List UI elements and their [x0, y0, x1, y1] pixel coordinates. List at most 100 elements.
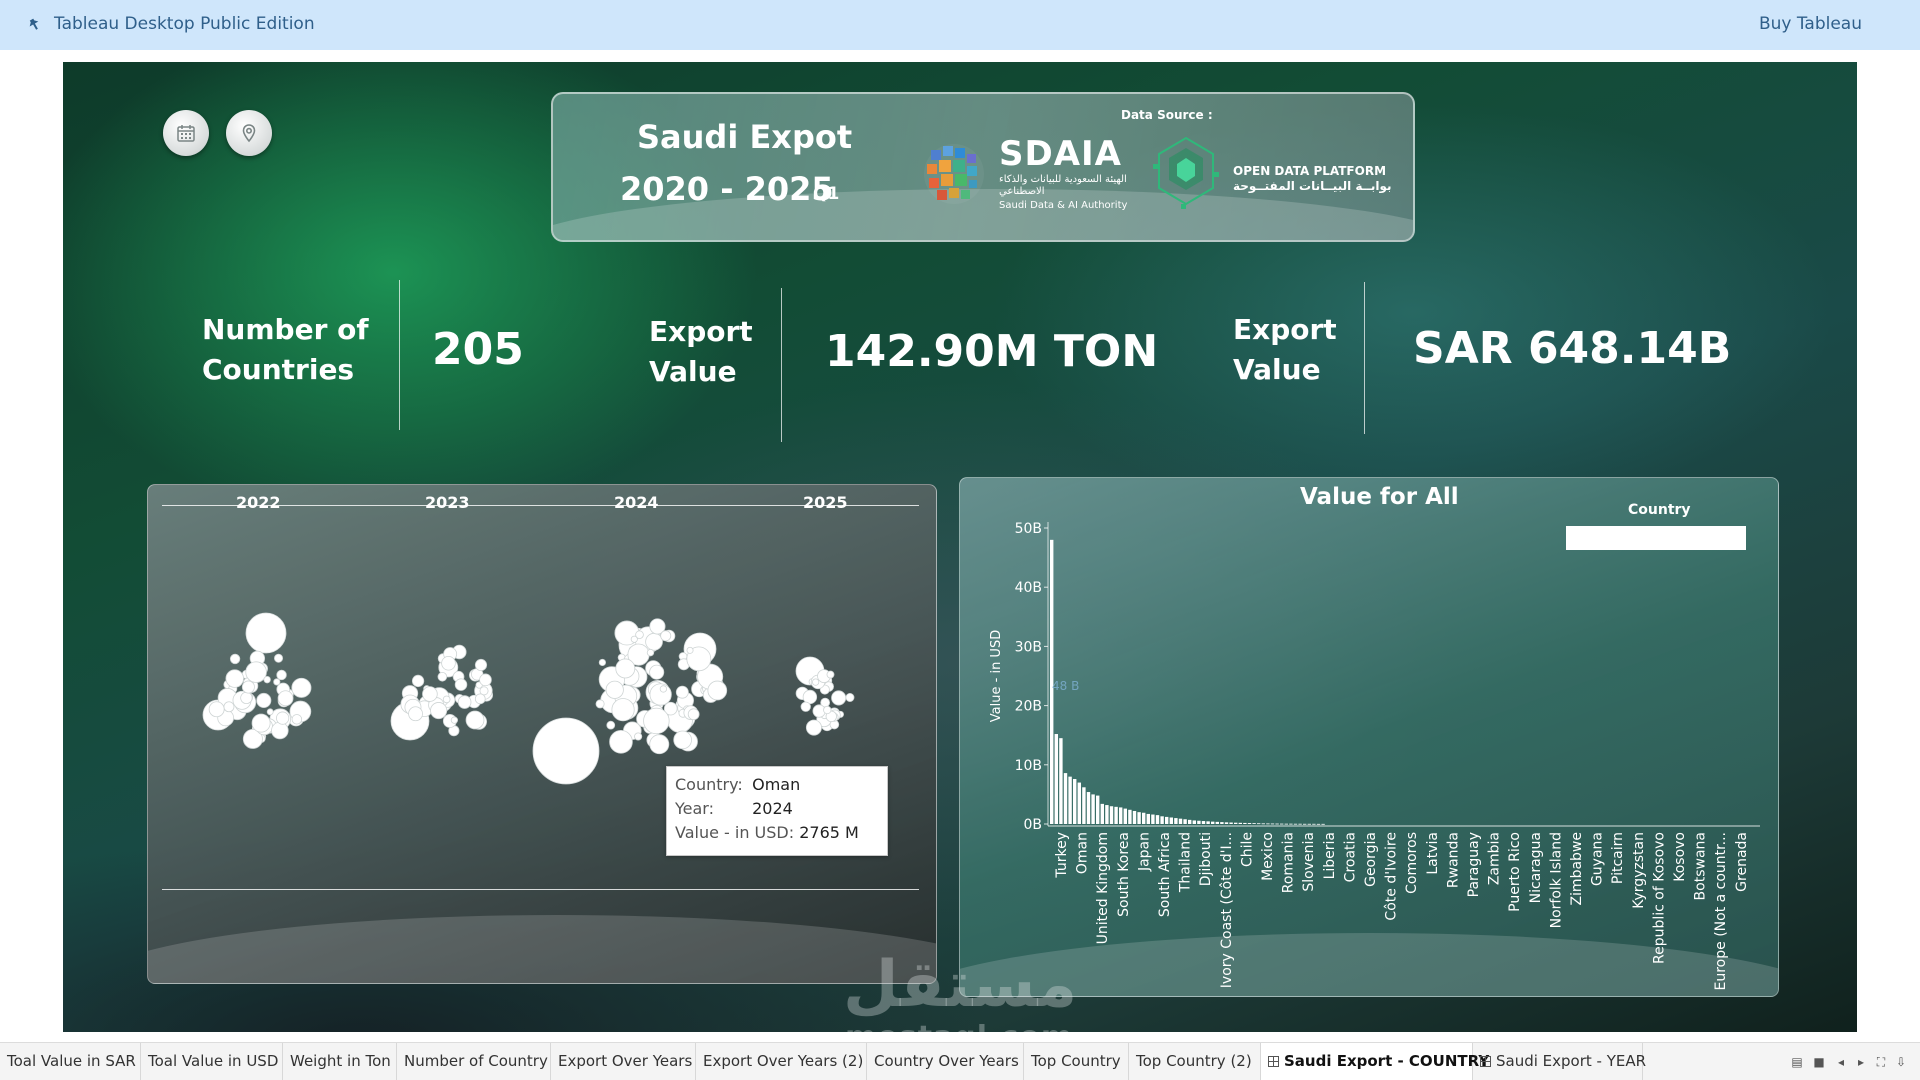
country-bubble[interactable]	[609, 729, 633, 754]
bar[interactable]	[1211, 821, 1215, 824]
country-bubble[interactable]	[649, 664, 665, 680]
bar[interactable]	[1151, 814, 1155, 824]
country-bubble[interactable]	[474, 693, 486, 705]
country-bubble[interactable]	[223, 701, 235, 713]
bar[interactable]	[1293, 823, 1298, 825]
show-filmstrip-icon[interactable]: ▤	[1790, 1055, 1804, 1069]
country-bubble[interactable]	[273, 678, 281, 686]
country-bubble[interactable]	[474, 658, 488, 672]
bar[interactable]	[1082, 787, 1086, 824]
country-bubble[interactable]	[800, 701, 811, 712]
bar[interactable]	[1068, 776, 1072, 824]
country-bubble[interactable]	[615, 658, 636, 679]
bar[interactable]	[1063, 773, 1068, 824]
bar[interactable]	[1321, 823, 1325, 825]
bar[interactable]	[1132, 810, 1137, 824]
country-bubble[interactable]	[635, 630, 644, 639]
bar[interactable]	[1234, 822, 1238, 824]
country-bubble[interactable]	[845, 693, 855, 702]
bubble-cluster[interactable]	[390, 644, 494, 741]
share-icon[interactable]: ⇩	[1894, 1055, 1908, 1069]
country-bubble[interactable]	[208, 701, 225, 718]
bar[interactable]	[1169, 817, 1173, 824]
country-bubble[interactable]	[831, 690, 847, 706]
country-bubble[interactable]	[595, 699, 605, 709]
previous-sheet-icon[interactable]: ◂	[1834, 1055, 1848, 1069]
bubble-clusters[interactable]	[148, 485, 937, 984]
bar[interactable]	[1146, 813, 1150, 824]
country-bubble[interactable]	[441, 655, 456, 671]
country-bubble[interactable]	[598, 658, 606, 667]
bar[interactable]	[1266, 823, 1270, 825]
bar[interactable]	[1077, 782, 1081, 824]
bar[interactable]	[1188, 819, 1192, 824]
country-bubble[interactable]	[430, 702, 448, 720]
country-bubble[interactable]	[823, 705, 832, 715]
bar[interactable]	[1289, 823, 1293, 825]
bar-chart[interactable]: 0B 10B 20B 30B 40B 50B Value - in USD 48 B Turke…	[960, 478, 1779, 997]
country-bubble[interactable]	[465, 710, 485, 730]
bar[interactable]	[1247, 823, 1252, 824]
sheet-tab[interactable]: Toal Value in SAR	[0, 1043, 141, 1080]
bar[interactable]	[1252, 823, 1256, 824]
bar[interactable]	[1155, 815, 1160, 824]
bar[interactable]	[1275, 823, 1279, 825]
country-bubble[interactable]	[263, 675, 271, 684]
bar[interactable]	[1224, 822, 1229, 824]
bar[interactable]	[1114, 806, 1118, 824]
country-bubble[interactable]	[611, 698, 635, 722]
bar[interactable]	[1100, 803, 1104, 824]
bar[interactable]	[1109, 806, 1114, 824]
country-bubble[interactable]	[450, 716, 459, 724]
bar[interactable]	[1307, 823, 1311, 825]
bar[interactable]	[1201, 821, 1206, 824]
country-bubble[interactable]	[605, 680, 624, 699]
bar[interactable]	[1243, 822, 1247, 824]
sheet-tab[interactable]: Top Country	[1024, 1043, 1129, 1080]
bar[interactable]	[1119, 807, 1123, 824]
country-bubble[interactable]	[291, 677, 312, 698]
country-bubble[interactable]	[422, 686, 438, 702]
country-bubble[interactable]	[673, 730, 692, 750]
country-bubble[interactable]	[479, 673, 492, 687]
country-bubble[interactable]	[408, 706, 423, 722]
country-bubble[interactable]	[646, 648, 655, 657]
country-bubble[interactable]	[241, 680, 255, 694]
country-bubble[interactable]	[276, 669, 287, 681]
country-bubble[interactable]	[659, 685, 668, 693]
bar[interactable]	[1284, 823, 1288, 825]
sheet-tab[interactable]: Number of Country	[397, 1043, 551, 1080]
bar[interactable]	[1183, 819, 1187, 824]
bubble-cluster[interactable]	[202, 612, 312, 749]
bar[interactable]	[1280, 823, 1284, 825]
sheet-tab[interactable]: Toal Value in USD	[141, 1043, 283, 1080]
country-bubble[interactable]	[649, 734, 670, 755]
sheet-tab[interactable]: Country Over Years	[867, 1043, 1024, 1080]
country-bubble[interactable]	[240, 691, 253, 705]
country-bubble[interactable]	[271, 721, 289, 740]
country-bubble[interactable]	[251, 713, 271, 733]
country-bubble[interactable]	[826, 670, 835, 679]
country-bubble[interactable]	[245, 612, 287, 654]
bar[interactable]	[1229, 822, 1233, 824]
bar[interactable]	[1215, 821, 1219, 824]
bar[interactable]	[1316, 823, 1321, 825]
country-bubble[interactable]	[457, 695, 472, 709]
sheet-tab[interactable]: Top Country (2)	[1129, 1043, 1261, 1080]
sheet-tab[interactable]: Saudi Export - COUNTRY	[1261, 1043, 1489, 1080]
bar[interactable]	[1073, 779, 1077, 824]
country-bubble[interactable]	[454, 678, 468, 691]
bubble-cluster[interactable]	[795, 656, 855, 736]
calendar-button[interactable]	[163, 110, 209, 156]
buy-tableau-link[interactable]: Buy Tableau	[1759, 14, 1862, 34]
bar[interactable]	[1105, 805, 1109, 824]
bar[interactable]	[1192, 820, 1196, 824]
bar[interactable]	[1261, 823, 1265, 825]
country-bubble[interactable]	[276, 711, 290, 725]
bar[interactable]	[1137, 812, 1141, 824]
bar[interactable]	[1128, 809, 1132, 824]
sheet-tab[interactable]: Saudi Export - YEAR	[1473, 1043, 1646, 1080]
bar[interactable]	[1091, 794, 1095, 824]
country-bubble[interactable]	[437, 671, 448, 682]
country-bubble[interactable]	[675, 685, 689, 699]
